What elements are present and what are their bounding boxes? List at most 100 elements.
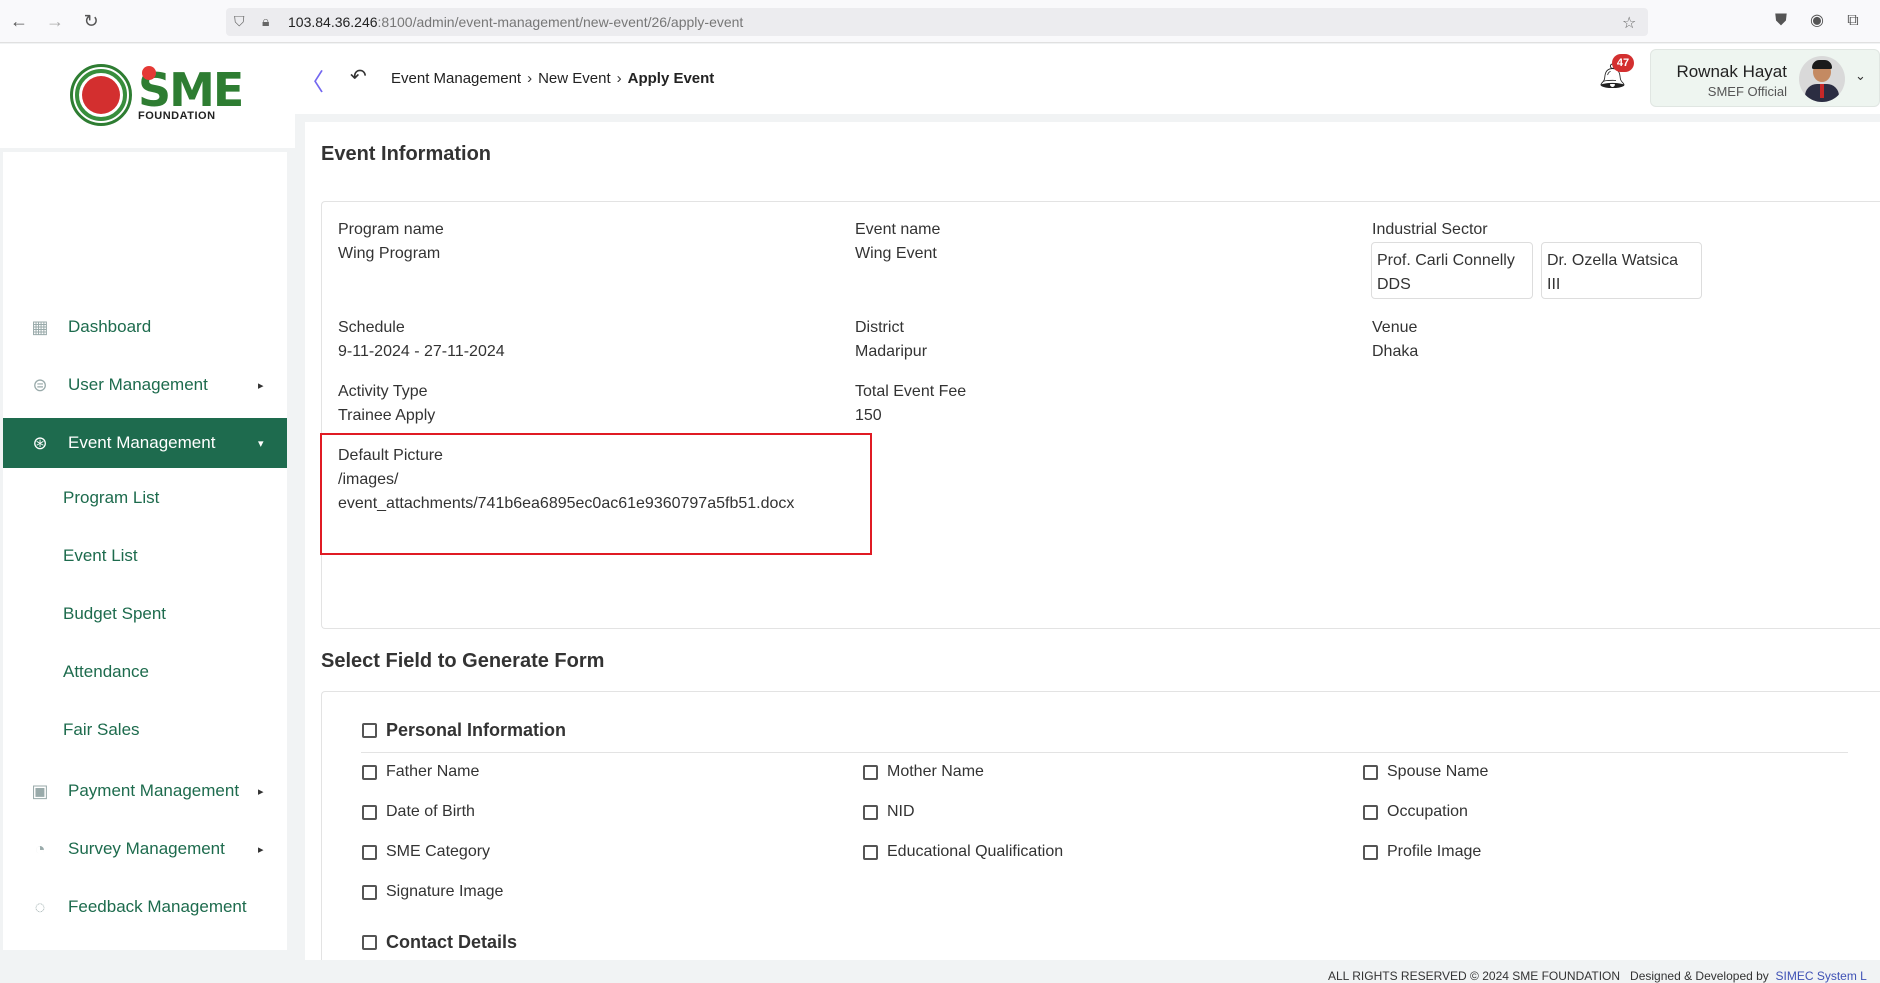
schedule-label: Schedule (338, 319, 405, 336)
back-arrow-icon[interactable]: ← (8, 10, 30, 32)
feedback-icon: ◌ (34, 897, 46, 917)
caret-down-icon: ▾ (258, 437, 264, 450)
checkbox[interactable] (863, 804, 878, 820)
contact-details-checkbox[interactable]: Contact Details (362, 932, 517, 953)
event-name-value: Wing Event (855, 245, 937, 262)
checkbox[interactable] (362, 804, 377, 820)
developer-link[interactable]: SIMEC System L (1775, 969, 1866, 983)
payment-icon: ▣ (31, 781, 49, 801)
checkbox[interactable] (362, 764, 377, 780)
checkbox[interactable] (863, 844, 878, 860)
avatar (1799, 56, 1845, 102)
total-fee-value: 150 (855, 407, 882, 424)
breadcrumb-current: Apply Event (627, 70, 715, 87)
user-role: SMEF Official (1707, 84, 1787, 99)
checkbox[interactable] (1363, 844, 1378, 860)
field-checkbox[interactable]: SME Category (362, 843, 490, 861)
user-shield-icon: ⊜ (32, 375, 48, 395)
breadcrumb-item[interactable]: New Event (538, 70, 611, 87)
caret-right-icon: ▸ (258, 785, 264, 798)
sidebar: ▦ Dashboard ⊜ User Management ▸ ⊛ Event … (3, 152, 287, 950)
breadcrumb-item[interactable]: Event Management (391, 70, 521, 87)
checkbox[interactable] (362, 844, 377, 860)
star-icon[interactable]: ☆ (1622, 13, 1636, 33)
venue-value: Dhaka (1372, 343, 1419, 360)
reload-icon[interactable]: ↻ (80, 10, 102, 32)
field-checkbox[interactable]: Mother Name (863, 763, 984, 781)
activity-type-value: Trainee Apply (338, 407, 436, 424)
address-bar[interactable]: ⛉ 🔒︎ 103.84.36.246:8100/admin/event-mana… (226, 8, 1648, 36)
grid-icon: ▦ (31, 317, 49, 337)
foundation-text: FOUNDATION (138, 110, 216, 122)
section-title-select-field: Select Field to Generate Form (321, 650, 605, 672)
sidebar-sub-program-list[interactable]: Program List (63, 488, 159, 508)
sidebar-sub-event-list[interactable]: Event List (63, 546, 138, 566)
sidebar-sub-fair-sales[interactable]: Fair Sales (63, 720, 140, 740)
sidebar-item-event-management[interactable]: ⊛ Event Management ▾ (3, 418, 287, 468)
brand-area: SME FOUNDATION (0, 44, 295, 148)
chevron-right-icon: › (527, 70, 533, 87)
sidebar-item-dashboard[interactable]: ▦ Dashboard (3, 302, 287, 352)
default-picture-path: event_attachments/741b6ea6895ec0ac61e936… (338, 495, 795, 512)
caret-right-icon: ▸ (258, 843, 264, 856)
sidebar-item-payment-management[interactable]: ▣ Payment Management ▸ (3, 766, 287, 816)
undo-back-icon[interactable]: ↶ (350, 64, 367, 89)
government-emblem-logo (70, 64, 132, 126)
event-icon: ⊛ (32, 433, 48, 453)
field-checkbox[interactable]: Date of Birth (362, 803, 475, 821)
checkbox[interactable] (362, 884, 377, 900)
notification-badge: 47 (1612, 54, 1634, 72)
field-checkbox[interactable]: Father Name (362, 763, 479, 781)
section-title-event-information: Event Information (321, 143, 492, 165)
lock-icon: 🔒︎ (262, 13, 270, 29)
checkbox[interactable] (1363, 804, 1378, 820)
checkbox[interactable] (362, 723, 377, 738)
program-name-label: Program name (338, 221, 444, 238)
browser-toolbar: ← → ↻ ⛉ 🔒︎ 103.84.36.246:8100/admin/even… (0, 0, 1880, 43)
default-picture-label: Default Picture (338, 447, 443, 464)
field-checkbox[interactable]: Signature Image (362, 883, 503, 901)
district-label: District (855, 319, 904, 336)
checkbox[interactable] (362, 935, 377, 950)
chevron-down-icon[interactable]: ⌄ (1855, 68, 1866, 84)
extensions-icon[interactable]: ⧉ (1842, 10, 1864, 32)
field-checkbox[interactable]: Educational Qualification (863, 843, 1063, 861)
collapse-sidebar-icon[interactable]: 〈 (300, 62, 324, 97)
field-checkbox[interactable]: NID (863, 803, 915, 821)
schedule-value: 9-11-2024 - 27-11-2024 (338, 343, 505, 360)
event-name-label: Event name (855, 221, 941, 238)
pocket-icon[interactable]: ⛊ (1770, 10, 1792, 32)
total-fee-label: Total Event Fee (855, 383, 967, 400)
user-name: Rownak Hayat (1676, 62, 1787, 81)
sidebar-item-feedback-management[interactable]: ◌ Feedback Management (3, 882, 287, 932)
default-picture-path: /images/ (338, 471, 399, 488)
footer-text: ALL RIGHTS RESERVED © 2024 SME FOUNDATIO… (1328, 969, 1867, 983)
chevron-right-icon: › (616, 70, 622, 87)
program-name-value: Wing Program (338, 245, 441, 262)
account-icon[interactable]: ◉ (1806, 10, 1828, 32)
field-checkbox[interactable]: Spouse Name (1363, 763, 1488, 781)
sidebar-sub-attendance[interactable]: Attendance (63, 662, 149, 682)
field-checkbox[interactable]: Occupation (1363, 803, 1468, 821)
sidebar-sub-budget-spent[interactable]: Budget Spent (63, 604, 166, 624)
industrial-sector-label: Industrial Sector (1372, 221, 1488, 238)
breadcrumb: Event Management › New Event › Apply Event (391, 70, 714, 87)
divider (361, 752, 1848, 753)
sidebar-item-survey-management[interactable]: ◔ Survey Management ▸ (3, 824, 287, 874)
pie-chart-icon: ◔ (34, 839, 46, 859)
activity-type-label: Activity Type (338, 383, 428, 400)
venue-label: Venue (1372, 319, 1418, 336)
field-checkbox[interactable]: Profile Image (1363, 843, 1481, 861)
checkbox[interactable] (863, 764, 878, 780)
sector-tag: Prof. Carli Connelly DDS (1371, 242, 1533, 299)
user-menu[interactable]: Rownak Hayat SMEF Official ⌄ (1650, 49, 1880, 107)
district-value: Madaripur (855, 343, 928, 360)
forward-arrow-icon[interactable]: → (44, 10, 66, 32)
sector-tag: Dr. Ozella Watsica III (1541, 242, 1702, 299)
personal-information-checkbox[interactable]: Personal Information (362, 720, 566, 741)
checkbox[interactable] (1363, 764, 1378, 780)
caret-right-icon: ▸ (258, 379, 264, 392)
shield-icon: ⛉ (234, 13, 245, 29)
sidebar-item-user-management[interactable]: ⊜ User Management ▸ (3, 360, 287, 410)
url-text: 103.84.36.246:8100/admin/event-managemen… (288, 14, 744, 30)
